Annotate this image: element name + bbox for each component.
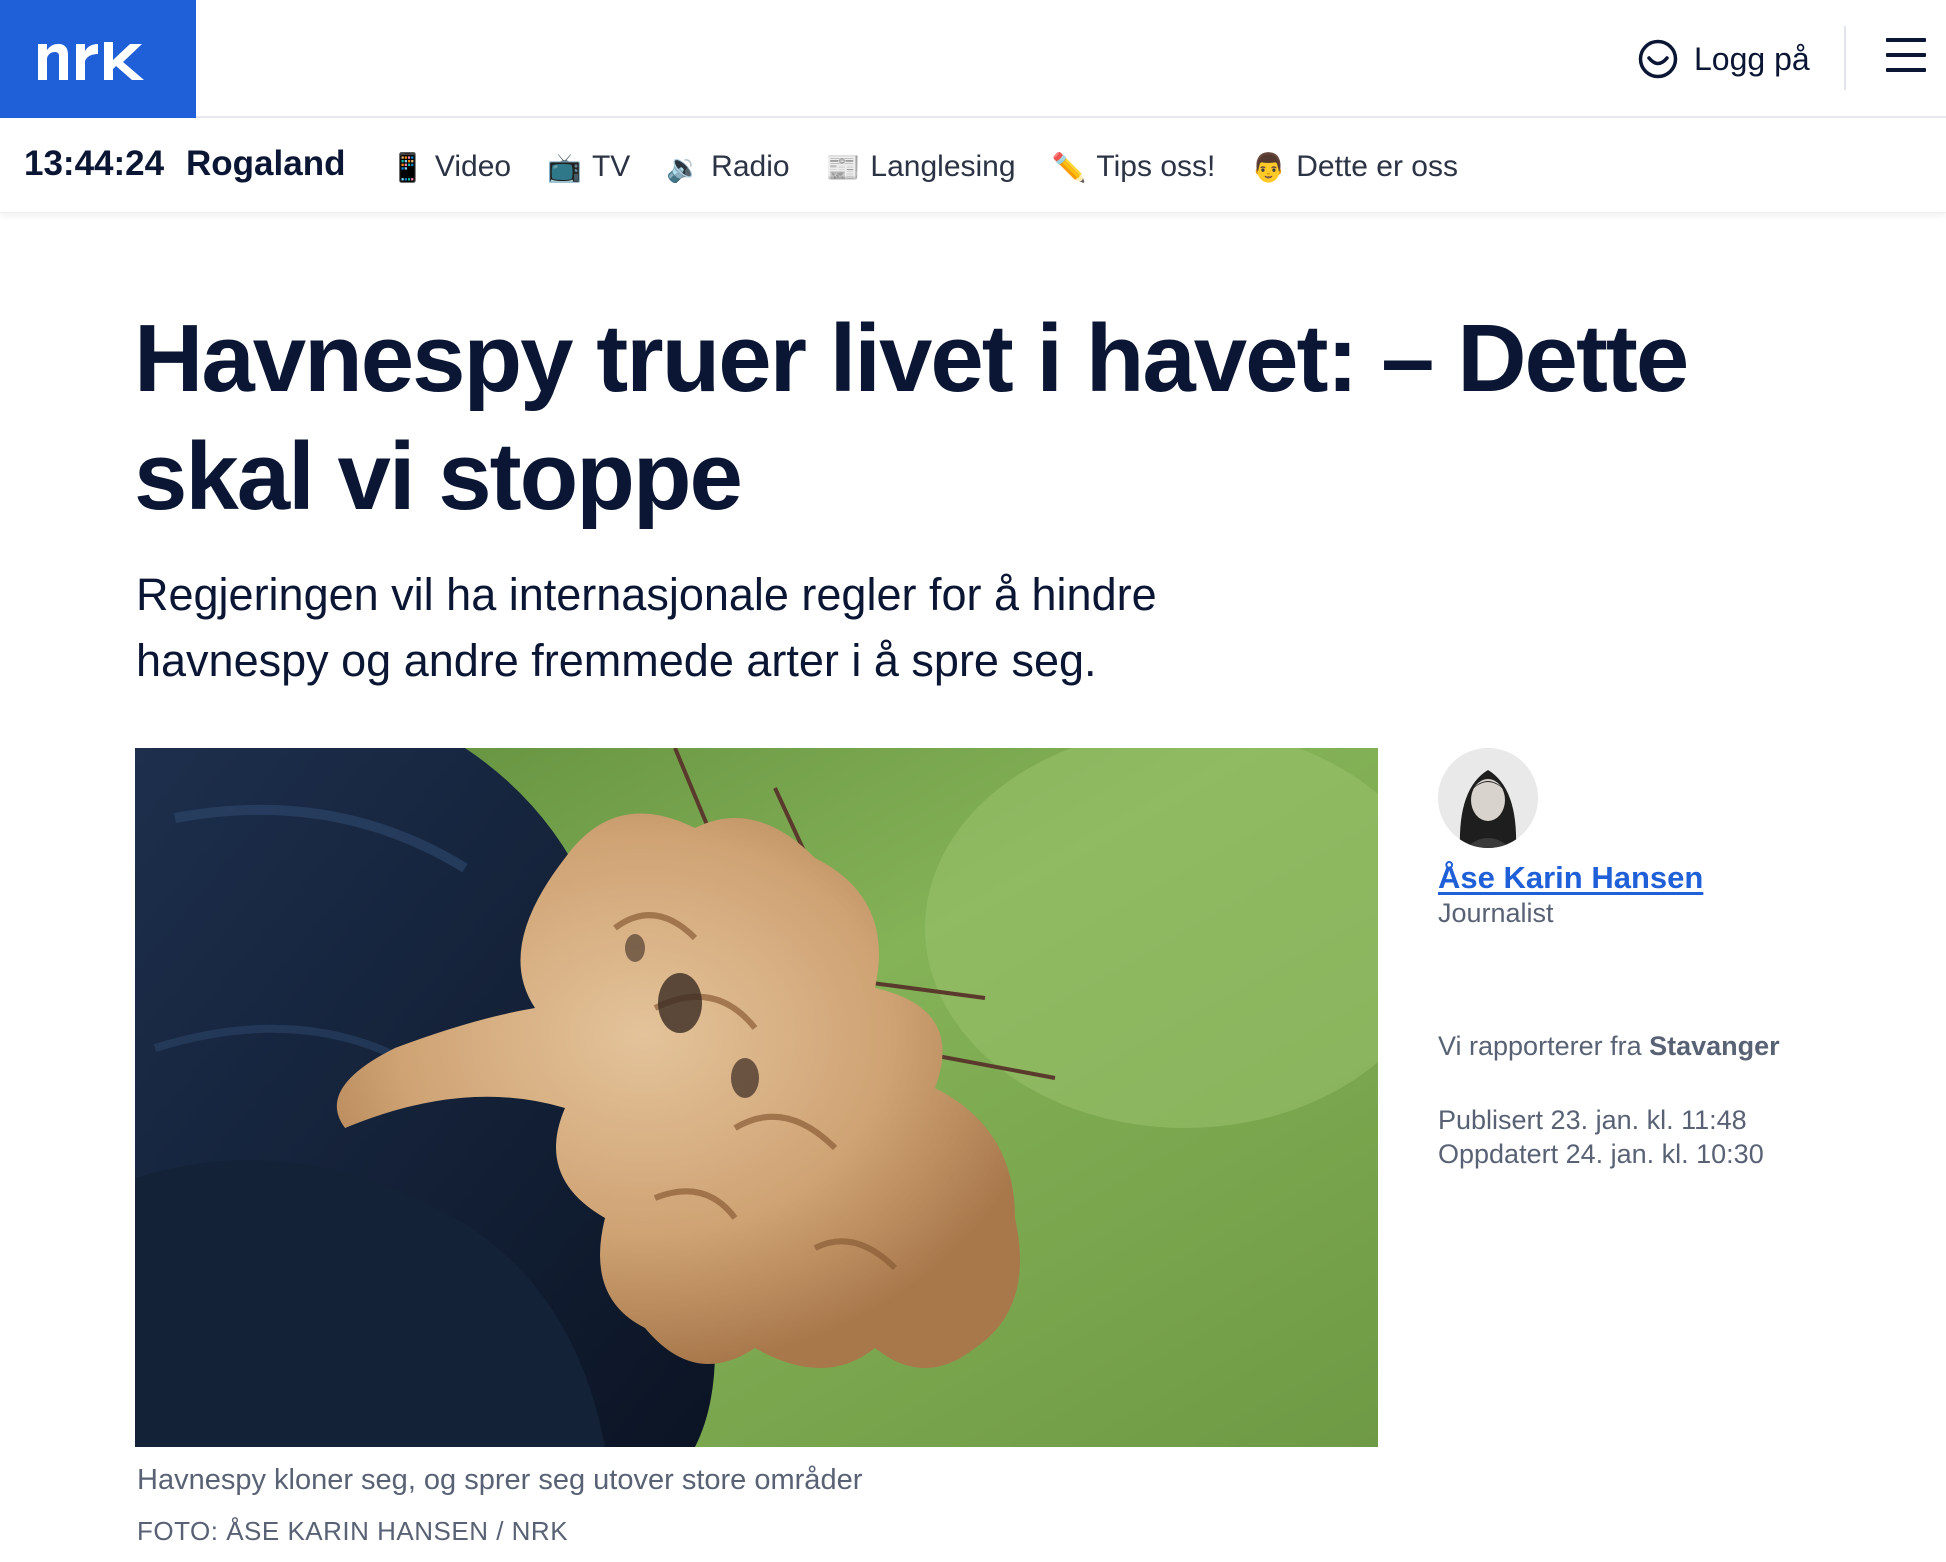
article-headline: Havnespy truer livet i havet: – Dette sk…	[134, 305, 1689, 530]
nav-link-video[interactable]: 📱 Video	[390, 150, 511, 184]
author-portrait	[1438, 748, 1538, 848]
publish-info: Publisert 23. jan. kl. 11:48 Oppdatert 2…	[1438, 1103, 1764, 1171]
reporting-location: Vi rapporterer fra Stavanger	[1438, 1031, 1780, 1062]
nav-link-tips[interactable]: ✏️ Tips oss!	[1052, 150, 1216, 184]
mobile-phone-icon: 📱	[390, 150, 425, 184]
nav-links: 📱 Video 📺 TV 🔉 Radio 📰 Langlesing ✏️ Tip…	[390, 150, 1458, 184]
top-bar: Logg på	[0, 0, 1946, 118]
article-lead: Regjeringen vil ha internasjonale regler…	[136, 569, 1157, 686]
nrk-logo-icon	[38, 42, 144, 80]
nav-link-label: Dette er oss	[1296, 150, 1458, 183]
published-date: Publisert 23. jan. kl. 11:48	[1438, 1105, 1747, 1135]
nrk-logo[interactable]	[0, 0, 196, 118]
reporting-prefix: Vi rapporterer fra	[1438, 1031, 1642, 1061]
television-icon: 📺	[547, 150, 582, 184]
region-link[interactable]: Rogaland	[186, 144, 345, 184]
nav-link-label: Tips oss!	[1096, 150, 1216, 183]
author-name-link[interactable]: Åse Karin Hansen	[1438, 860, 1703, 896]
hamburger-menu-icon[interactable]	[1886, 38, 1926, 74]
header-divider	[1844, 26, 1846, 90]
nav-link-label: TV	[591, 150, 631, 183]
image-credit: FOTO: ÅSE KARIN HANSEN / NRK	[137, 1516, 569, 1546]
reporting-place: Stavanger	[1649, 1031, 1780, 1061]
author-avatar[interactable]	[1438, 748, 1538, 848]
nav-link-label: Langlesing	[870, 150, 1016, 183]
person-icon: 👨	[1251, 150, 1287, 184]
nav-link-about[interactable]: 👨 Dette er oss	[1251, 150, 1458, 184]
smiley-user-icon	[1638, 39, 1678, 79]
nav-link-langlesing[interactable]: 📰 Langlesing	[826, 150, 1016, 184]
updated-date: Oppdatert 24. jan. kl. 10:30	[1438, 1139, 1764, 1169]
nav-link-label: Radio	[711, 150, 790, 183]
author-role: Journalist	[1438, 898, 1554, 928]
nav-link-label: Video	[434, 150, 512, 183]
login-button[interactable]: Logg på	[1638, 36, 1810, 82]
nav-link-tv[interactable]: 📺 TV	[547, 150, 630, 184]
newspaper-icon: 📰	[825, 150, 861, 184]
login-label: Logg på	[1694, 40, 1810, 77]
nav-link-radio[interactable]: 🔉 Radio	[666, 150, 789, 184]
image-caption: Havnespy kloner seg, og sprer seg utover…	[137, 1464, 863, 1496]
pencil-icon: ✏️	[1051, 150, 1087, 184]
article-image[interactable]	[135, 748, 1378, 1447]
havnespy-photo	[135, 748, 1378, 1447]
speaker-icon: 🔉	[666, 150, 702, 184]
live-clock: 13:44:24	[24, 144, 165, 183]
